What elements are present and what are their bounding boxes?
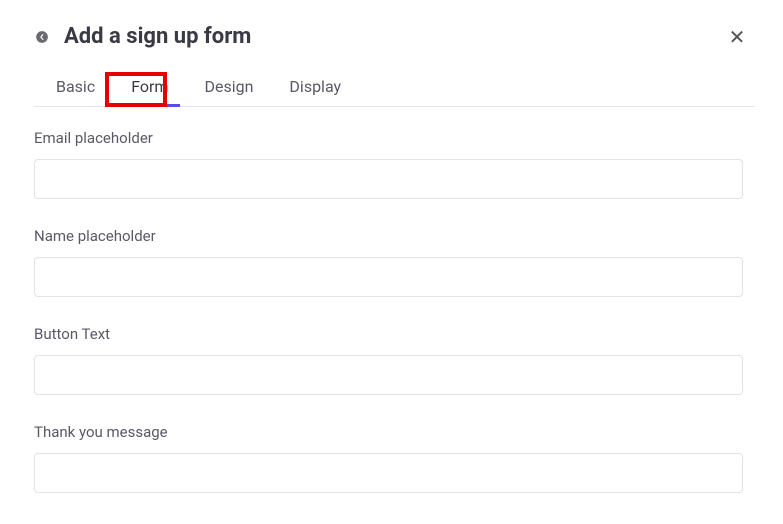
close-icon[interactable]: ✕: [725, 25, 749, 49]
input-thank-you-message[interactable]: [34, 453, 743, 493]
field-name-placeholder: Name placeholder: [34, 227, 743, 297]
field-email-placeholder: Email placeholder: [34, 129, 743, 199]
label-thank-you-message: Thank you message: [34, 423, 743, 441]
header-left: Add a sign up form: [34, 24, 251, 49]
tabs-bar: Basic Form Design Display: [34, 67, 755, 107]
field-thank-you-message: Thank you message: [34, 423, 743, 493]
form-scroll-area[interactable]: Email placeholder Name placeholder Butto…: [34, 107, 755, 511]
modal-header: Add a sign up form ✕: [34, 24, 755, 49]
input-email-placeholder[interactable]: [34, 159, 743, 199]
tab-display[interactable]: Display: [271, 67, 359, 106]
modal-container: Add a sign up form ✕ Basic Form Design D…: [0, 0, 783, 511]
input-name-placeholder[interactable]: [34, 257, 743, 297]
input-button-text[interactable]: [34, 355, 743, 395]
back-icon[interactable]: [34, 29, 50, 45]
tab-basic[interactable]: Basic: [38, 67, 113, 106]
page-title: Add a sign up form: [64, 24, 251, 49]
label-button-text: Button Text: [34, 325, 743, 343]
form-inner: Email placeholder Name placeholder Butto…: [34, 107, 747, 511]
field-button-text: Button Text: [34, 325, 743, 395]
tab-form[interactable]: Form: [113, 67, 186, 106]
label-name-placeholder: Name placeholder: [34, 227, 743, 245]
tab-design[interactable]: Design: [186, 67, 271, 106]
label-email-placeholder: Email placeholder: [34, 129, 743, 147]
